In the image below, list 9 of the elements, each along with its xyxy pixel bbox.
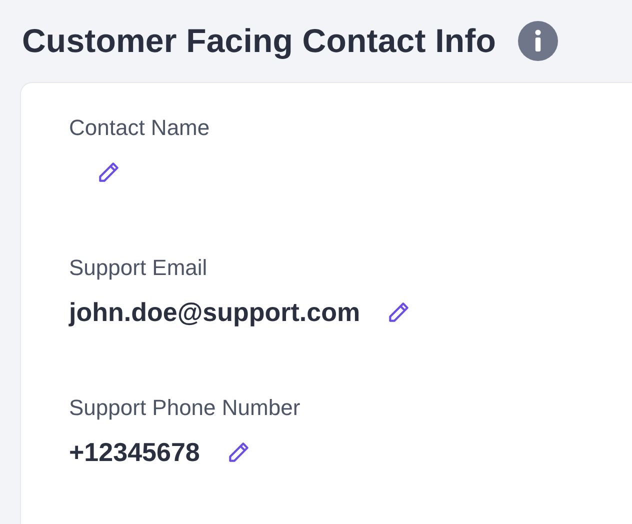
section-title: Customer Facing Contact Info bbox=[22, 22, 496, 60]
edit-icon[interactable] bbox=[386, 300, 412, 324]
edit-icon[interactable] bbox=[96, 160, 121, 184]
field-value: +12345678 bbox=[69, 436, 200, 468]
field-label: Support Email bbox=[69, 254, 208, 282]
info-icon[interactable] bbox=[518, 21, 558, 61]
field-label: Contact Name bbox=[69, 114, 211, 142]
field-value: john.doe@support.com bbox=[69, 296, 360, 328]
field-label: Support Phone Number bbox=[69, 394, 302, 422]
